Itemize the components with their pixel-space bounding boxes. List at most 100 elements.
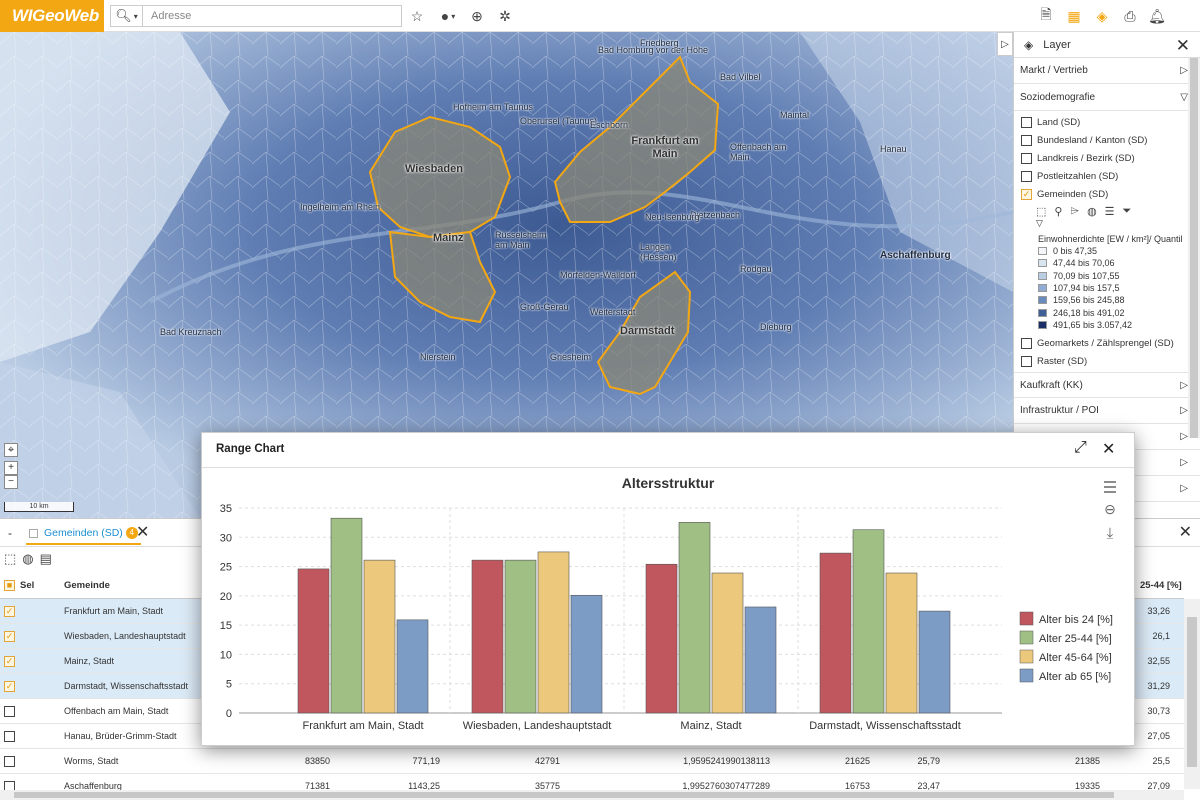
layer-label: Postleitzahlen (SD) — [1037, 170, 1119, 182]
legend-label: 47,44 bis 70,06 — [1053, 258, 1115, 269]
table-row[interactable]: Worms, Stadt 83850 771,19 42791 1,9595241990… — [0, 749, 1184, 774]
layer-item[interactable]: Bundesland / Kanton (SD) — [1014, 131, 1200, 149]
globe-icon[interactable]: ◍ — [22, 551, 33, 567]
select-area-icon[interactable]: ⬚ — [4, 551, 16, 567]
cell-gemeinde: Hanau, Brüder-Grimm-Stadt — [64, 731, 177, 741]
checkbox-checked[interactable]: ✓ — [1021, 188, 1032, 200]
bar-alter-ab-65 — [918, 610, 951, 714]
layer-group-label: Infrastruktur / POI — [1020, 405, 1099, 417]
legend-swatch — [1019, 668, 1034, 683]
zoom-out-button[interactable]: − — [4, 475, 18, 489]
tab-checkbox[interactable] — [29, 528, 38, 538]
layer-label: Land (SD) — [1037, 116, 1081, 128]
layer-item[interactable]: Land (SD) — [1014, 113, 1200, 131]
layer-group-markt[interactable]: Markt / Vertrieb ▷ — [1014, 58, 1200, 84]
list-icon[interactable]: ☰ — [1105, 205, 1115, 218]
search-type-dropdown[interactable]: 🔍︎ ▾ — [110, 5, 142, 27]
bar-alter-45-64 — [885, 572, 918, 714]
checkbox[interactable] — [1021, 116, 1032, 128]
table-icon[interactable]: ▦ — [1064, 6, 1084, 26]
star-icon[interactable]: ☆ — [407, 6, 427, 26]
layer-item[interactable]: Postleitzahlen (SD) — [1014, 167, 1200, 185]
search-icon: 🔍︎ — [115, 8, 132, 23]
close-tab-icon[interactable]: ✕ — [136, 522, 149, 542]
column-header-gemeinde[interactable]: Gemeinde — [64, 573, 110, 598]
close-icon[interactable]: ✕ — [1102, 439, 1115, 459]
map-place-label: Oberursel (Taunus) — [520, 116, 598, 126]
link-icon[interactable]: ⚲ — [1054, 205, 1062, 218]
layer-group-infrastruktur[interactable]: Infrastruktur / POI ▷ — [1014, 398, 1200, 425]
scrollbar-thumb[interactable] — [1190, 58, 1198, 438]
collapse-panel-button[interactable]: ▷ — [997, 32, 1013, 56]
select-area-icon[interactable]: ⬚ — [1036, 205, 1046, 218]
y-tick-label: 5 — [226, 679, 232, 691]
tag-icon[interactable]: ⌲ — [1070, 205, 1079, 218]
close-panel-icon[interactable]: ✕ — [1179, 522, 1192, 542]
row-checkbox[interactable] — [4, 749, 20, 774]
row-checkbox[interactable] — [4, 699, 20, 724]
checkbox[interactable] — [1021, 134, 1032, 146]
close-icon[interactable]: ✕ — [1176, 36, 1190, 56]
zoom-in-button[interactable]: + — [4, 461, 18, 475]
layer-item[interactable]: Landkreis / Bezirk (SD) — [1014, 149, 1200, 167]
zoom-search-icon[interactable]: ⊕ — [467, 6, 487, 26]
map-place-label: Aschaffenburg — [880, 250, 951, 261]
address-search-input[interactable] — [142, 5, 402, 27]
layer-item[interactable]: Geomarkets / Zählsprengel (SD) — [1014, 334, 1200, 352]
layer-label: Landkreis / Bezirk (SD) — [1037, 152, 1135, 164]
scrollbar-thumb[interactable] — [14, 792, 1114, 798]
download-icon[interactable]: ⤓ — [1107, 525, 1114, 542]
checkbox[interactable] — [1021, 337, 1032, 349]
map-place-label: Neu-Isenburg — [645, 212, 700, 222]
row-checkbox-checked[interactable]: ✓ — [4, 599, 20, 624]
table-cell: 25,5 — [1152, 756, 1170, 766]
checkbox[interactable] — [1021, 355, 1032, 367]
print-icon[interactable]: ⎙ — [1120, 6, 1140, 26]
row-checkbox-checked[interactable]: ✓ — [4, 674, 20, 699]
calculator-icon[interactable]: ▤ — [40, 551, 52, 567]
select-all-checkbox[interactable]: ■ — [4, 573, 20, 598]
layers-icon[interactable]: ◈ — [1092, 6, 1112, 26]
link-icon[interactable]: ⊖ — [1104, 501, 1116, 517]
checkbox[interactable] — [1021, 170, 1032, 182]
cell-gemeinde: Offenbach am Main, Stadt — [64, 706, 169, 716]
legend-label: 107,94 bis 157,5 — [1053, 283, 1120, 294]
column-header-sel[interactable]: Sel — [20, 573, 34, 598]
legend-item: 159,56 bis 245,88 — [1014, 294, 1200, 306]
chevron-right-icon: ▷ — [1180, 457, 1188, 469]
checkbox[interactable] — [1021, 152, 1032, 164]
minimize-icon[interactable]: - — [8, 526, 12, 540]
table-cell: 31,29 — [1147, 681, 1170, 691]
table-horizontal-scrollbar[interactable] — [0, 790, 1184, 800]
legend-swatch — [1038, 296, 1047, 305]
layer-list: Land (SD) Bundesland / Kanton (SD) Landk… — [1014, 110, 1200, 370]
maximize-icon[interactable]: ⤢ — [1074, 439, 1087, 457]
row-checkbox-checked[interactable]: ✓ — [4, 649, 20, 674]
layer-item[interactable]: Raster (SD) — [1014, 352, 1200, 370]
map-place-label: Hanau — [880, 144, 907, 154]
row-checkbox-checked[interactable]: ✓ — [4, 624, 20, 649]
row-checkbox[interactable] — [4, 724, 20, 749]
bell-icon[interactable]: 🔔︎ — [1147, 6, 1167, 26]
layer-item[interactable]: ✓ Gemeinden (SD) — [1014, 185, 1200, 203]
legend-swatch — [1038, 284, 1047, 293]
y-tick-label: 15 — [220, 620, 232, 632]
layer-panel-scrollbar[interactable] — [1188, 58, 1200, 438]
crosshair-icon[interactable]: ✲ — [495, 6, 515, 26]
map-place-label: Langen (Hessen) — [640, 242, 677, 262]
legend-item: 246,18 bis 491,02 — [1014, 306, 1200, 318]
layer-group-soziodemografie[interactable]: Soziodemografie ▽ — [1014, 84, 1200, 110]
layer-group-kaufkraft[interactable]: Kaufkraft (KK) ▷ — [1014, 372, 1200, 399]
table-vertical-scrollbar[interactable] — [1184, 599, 1200, 789]
point-dropdown-icon[interactable]: ● ▾ — [437, 6, 459, 26]
scrollbar-thumb[interactable] — [1187, 617, 1197, 767]
locate-me-button[interactable]: ⌖ — [4, 443, 18, 457]
chevron-down-icon[interactable]: ▽ — [1014, 219, 1200, 228]
map-place-label: Mörfelden-Walldorf — [560, 270, 636, 280]
tab-gemeinden[interactable]: Gemeinden (SD) 4 — [26, 523, 141, 545]
globe-icon[interactable]: ◍ — [1087, 205, 1097, 218]
column-header-age-25-44[interactable]: 25-44 [%] — [1140, 573, 1182, 598]
filter-icon[interactable]: ⏷ — [1123, 205, 1132, 218]
document-icon[interactable]: 🗎 — [1036, 6, 1056, 26]
hamburger-menu-icon[interactable] — [1104, 481, 1116, 493]
